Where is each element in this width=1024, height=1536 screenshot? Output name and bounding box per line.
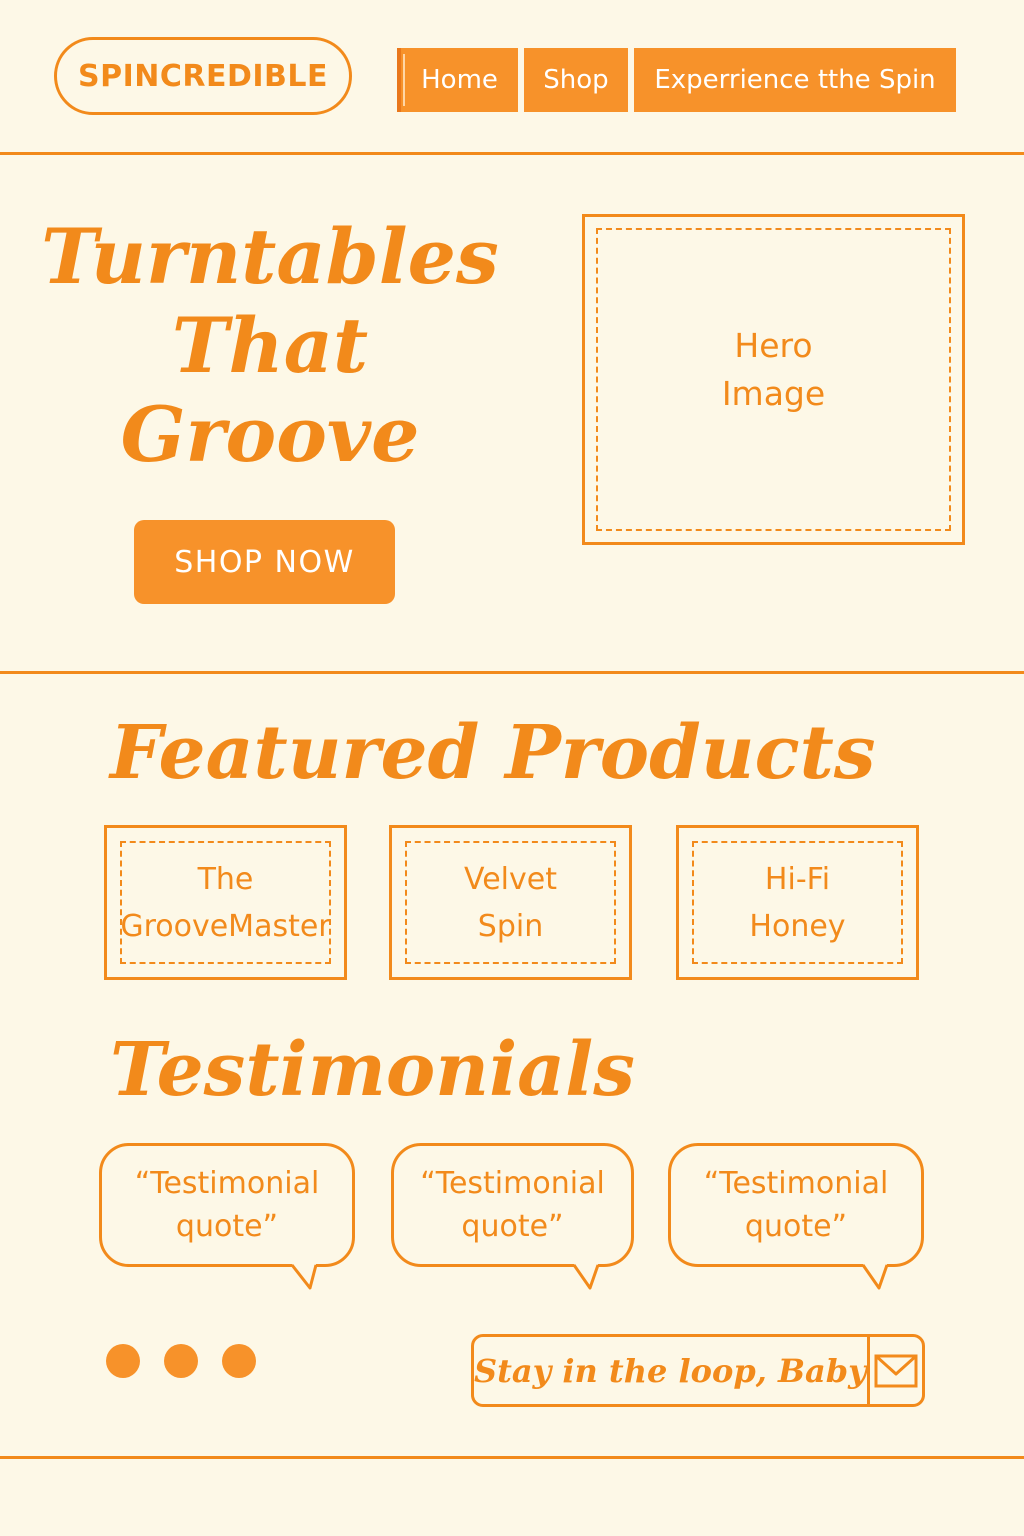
product-name-line: The <box>197 861 254 897</box>
testimonial-bubble: “Testimonial quote” <box>391 1143 634 1267</box>
testimonial-quote-line: quote” <box>175 1209 279 1244</box>
newsletter-input[interactable]: Stay in the loop, Baby <box>474 1337 867 1404</box>
product-name: The GrooveMaster <box>107 828 344 977</box>
hero-divider <box>0 671 1024 674</box>
testimonial-quote-line: “Testimonial <box>134 1166 320 1201</box>
nav-home-link[interactable]: Home <box>397 48 518 112</box>
product-name-line: Honey <box>749 908 846 944</box>
nav-shop-link[interactable]: Shop <box>524 48 628 112</box>
carousel-dot[interactable] <box>164 1344 198 1378</box>
product-name-line: Hi-Fi <box>764 861 831 897</box>
testimonial-quote-line: quote” <box>744 1209 848 1244</box>
featured-products-title: Featured Products <box>110 710 876 796</box>
testimonial-quote-line: quote” <box>461 1209 564 1244</box>
product-card-velvet-spin[interactable]: Velvet Spin <box>389 825 632 980</box>
product-name: Hi-Fi Honey <box>679 828 916 977</box>
hero-image-placeholder: Hero Image <box>582 214 965 545</box>
product-name-line: Velvet <box>464 861 557 897</box>
testimonial-quote: “Testimonial quote” <box>394 1146 631 1264</box>
hero-title-line: That <box>171 301 369 390</box>
testimonial-quote: “Testimonial quote” <box>102 1146 352 1264</box>
testimonial-quote-line: “Testimonial <box>703 1166 889 1201</box>
product-card-hi-fi-honey[interactable]: Hi-Fi Honey <box>676 825 919 980</box>
testimonial-quote-line: “Testimonial <box>420 1166 605 1201</box>
product-name-line: GrooveMaster <box>120 908 331 944</box>
product-name: Velvet Spin <box>392 828 629 977</box>
testimonial-bubble: “Testimonial quote” <box>99 1143 355 1267</box>
carousel-dot[interactable] <box>106 1344 140 1378</box>
testimonial-quote: “Testimonial quote” <box>671 1146 921 1264</box>
header-divider <box>0 152 1024 155</box>
shop-now-button[interactable]: SHOP NOW <box>134 520 395 604</box>
hero-title: Turntables That Groove <box>30 212 510 479</box>
logo[interactable]: SPINCREDIBLE <box>54 37 352 115</box>
speech-bubble-tail <box>572 1264 600 1290</box>
hero-image-label-line: Image <box>721 373 826 413</box>
testimonials-title: Testimonials <box>110 1027 635 1113</box>
hero-title-line: Turntables <box>41 212 499 301</box>
carousel-dot[interactable] <box>222 1344 256 1378</box>
newsletter-submit-button[interactable] <box>866 1337 922 1404</box>
main-nav: Home Shop Experrience tthe Spin <box>397 48 956 112</box>
nav-experience-link[interactable]: Experrience tthe Spin <box>634 48 956 112</box>
product-card-groovemaster[interactable]: The GrooveMaster <box>104 825 347 980</box>
hero-image-label: Hero Image <box>585 197 962 542</box>
envelope-icon <box>874 1354 918 1387</box>
product-name-line: Spin <box>477 908 544 944</box>
newsletter-signup: Stay in the loop, Baby <box>471 1334 925 1407</box>
speech-bubble-tail <box>861 1264 889 1290</box>
speech-bubble-tail <box>290 1264 318 1290</box>
hero-title-line: Groove <box>120 390 420 479</box>
testimonial-bubble: “Testimonial quote” <box>668 1143 924 1267</box>
footer-divider <box>0 1456 1024 1459</box>
hero-image-label-line: Hero <box>734 325 813 365</box>
